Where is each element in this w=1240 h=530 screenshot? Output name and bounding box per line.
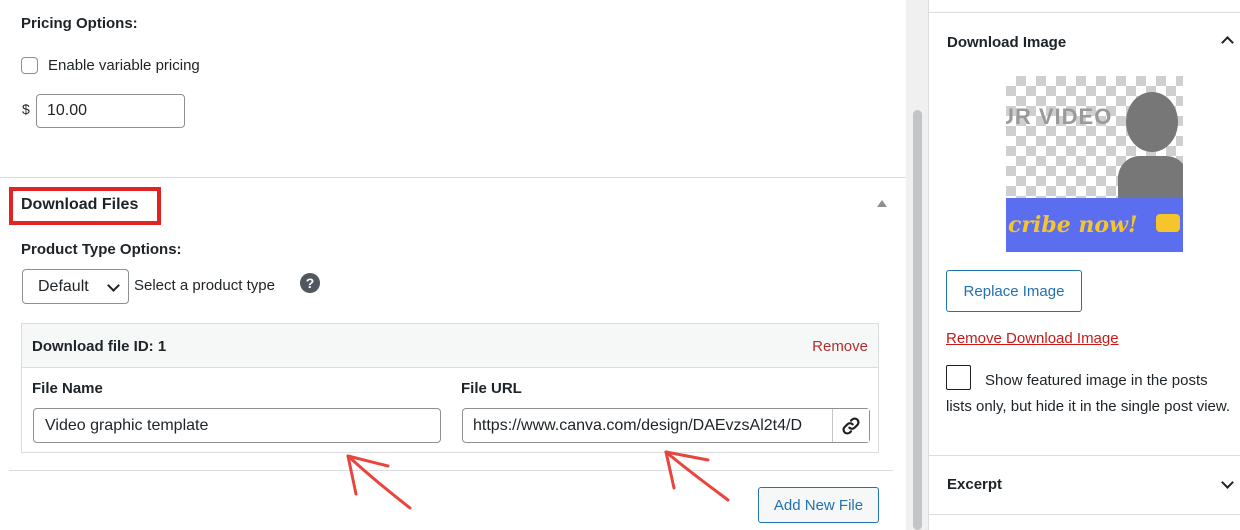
scrollbar-thumb[interactable] <box>913 110 922 530</box>
annotation-arrow-file-name <box>346 454 412 510</box>
annotation-arrow-file-url <box>664 450 730 502</box>
main-panel: Pricing Options: Enable variable pricing… <box>0 0 906 530</box>
chevron-down-icon[interactable] <box>1221 476 1234 489</box>
thumbnail-text-top: UR VIDEO <box>1006 104 1113 129</box>
download-image-title[interactable]: Download Image <box>947 34 1066 51</box>
sidebar-divider <box>929 514 1240 515</box>
chevron-up-icon[interactable] <box>1221 36 1234 49</box>
sidebar-divider <box>929 12 1240 13</box>
download-image-thumbnail[interactable]: UR VIDEO cribe now! <box>1006 76 1183 252</box>
sidebar: Download Image UR VIDEO cribe now! Repla… <box>928 0 1240 530</box>
featured-image-label: Show featured image in the posts lists o… <box>946 372 1231 415</box>
thumbnail-silhouette-head <box>1126 92 1178 152</box>
thumbnail-pointing-hand <box>1156 214 1180 232</box>
thumbnail-text-bottom: cribe now! <box>1008 212 1138 238</box>
replace-image-button[interactable]: Replace Image <box>946 270 1082 312</box>
excerpt-title[interactable]: Excerpt <box>947 476 1002 493</box>
remove-download-image-link[interactable]: Remove Download Image <box>946 330 1119 347</box>
sidebar-divider <box>929 455 1240 456</box>
annotation-arrows <box>346 450 730 510</box>
